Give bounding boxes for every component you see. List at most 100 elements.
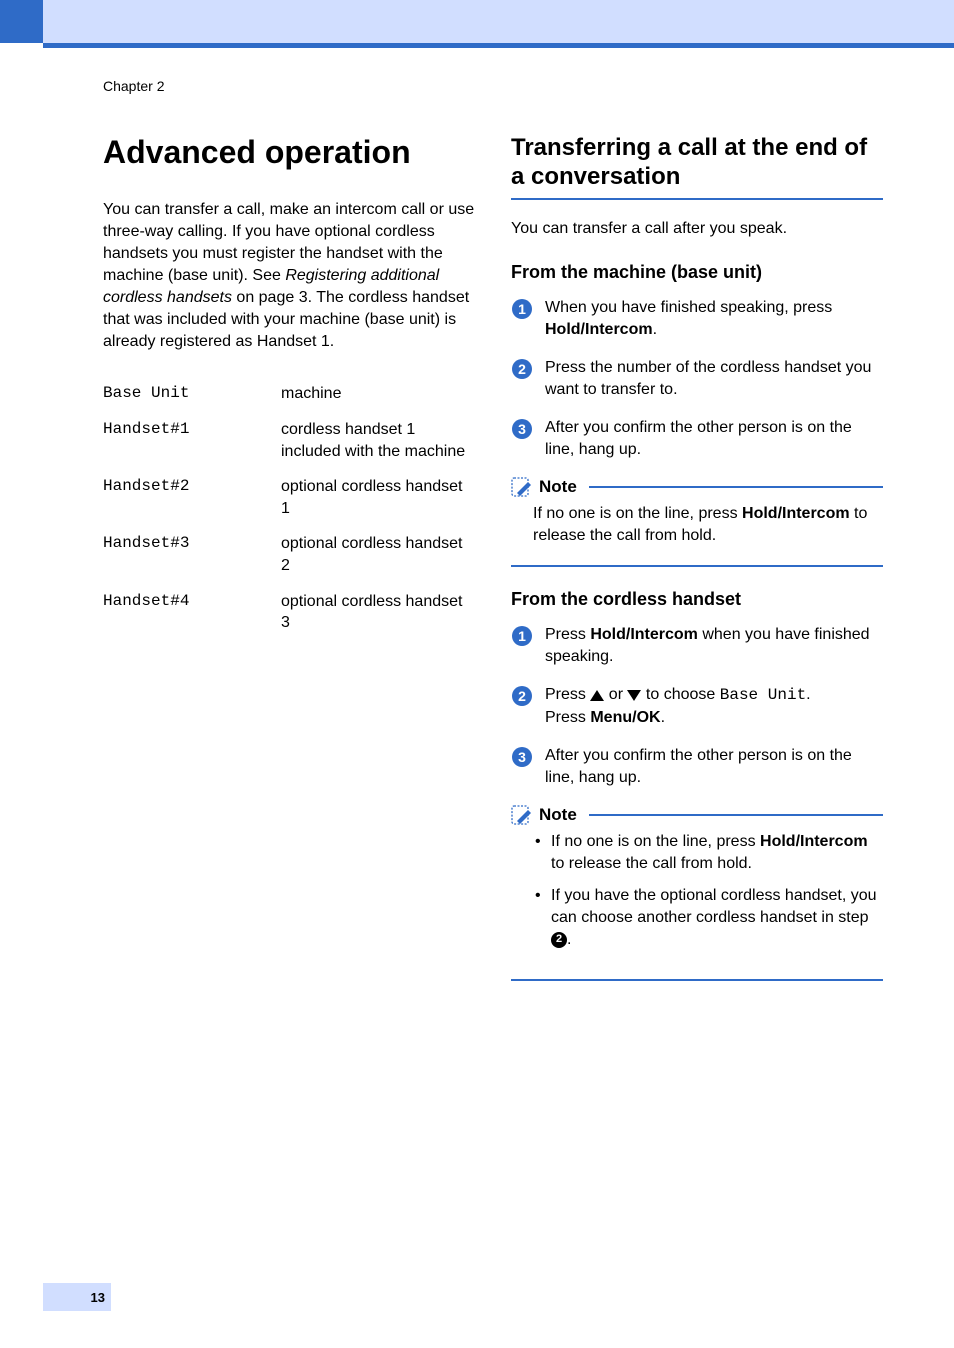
- step-text: After you confirm the other person is on…: [545, 419, 852, 458]
- note-text: .: [567, 931, 571, 948]
- note-label: Note: [539, 805, 577, 825]
- step-body: When you have finished speaking, press H…: [545, 297, 883, 341]
- note-bold: Hold/Intercom: [742, 505, 850, 522]
- step-number-1-icon: 1: [511, 625, 533, 647]
- step: 3 After you confirm the other person is …: [511, 745, 883, 789]
- step-body: Press the number of the cordless handset…: [545, 357, 883, 401]
- step: 1 When you have finished speaking, press…: [511, 297, 883, 341]
- step-text: .: [806, 686, 810, 703]
- note-text: to release the call from hold.: [551, 855, 752, 872]
- note-text: If you have the optional cordless handse…: [551, 887, 877, 926]
- note-block: Note If no one is on the line, press Hol…: [511, 805, 883, 981]
- table-key: Base Unit: [103, 383, 281, 405]
- note-icon: [511, 477, 533, 497]
- note-end-rule: [511, 565, 883, 567]
- top-rule: [43, 43, 954, 48]
- side-band: [0, 0, 43, 1348]
- svg-text:1: 1: [518, 301, 526, 317]
- step-number-3-icon: 3: [511, 418, 533, 440]
- step-mono: Base Unit: [720, 686, 806, 704]
- down-arrow-icon: [627, 690, 641, 701]
- intro-paragraph: You can transfer a call, make an interco…: [103, 199, 475, 354]
- content: Chapter 2 Advanced operation You can tra…: [103, 78, 883, 999]
- section-heading: Transferring a call at the end of a conv…: [511, 134, 883, 192]
- table-row: Handset#2 optional cordless handset 1: [103, 476, 475, 519]
- table-key: Handset#3: [103, 533, 281, 576]
- note-head: Note: [511, 805, 883, 825]
- svg-text:2: 2: [518, 688, 526, 704]
- table-key: Handset#4: [103, 591, 281, 634]
- main-heading: Advanced operation: [103, 134, 475, 171]
- step-bold: Hold/Intercom: [590, 626, 698, 643]
- step-body: After you confirm the other person is on…: [545, 745, 883, 789]
- note-text: If no one is on the line, press: [533, 505, 742, 522]
- step-bold: Hold/Intercom: [545, 321, 653, 338]
- table-key: Handset#1: [103, 419, 281, 462]
- section-intro: You can transfer a call after you speak.: [511, 218, 883, 240]
- step-text: .: [653, 321, 657, 338]
- svg-text:3: 3: [518, 749, 526, 765]
- note-block: Note If no one is on the line, press Hol…: [511, 477, 883, 567]
- step: 1 Press Hold/Intercom when you have fini…: [511, 624, 883, 668]
- table-val: machine: [281, 383, 475, 405]
- step-number-2-icon: 2: [511, 685, 533, 707]
- note-head: Note: [511, 477, 883, 497]
- table-row: Handset#4 optional cordless handset 3: [103, 591, 475, 634]
- sub-heading-b: From the cordless handset: [511, 589, 883, 610]
- step-number-2-icon: 2: [511, 358, 533, 380]
- step-bold: Menu/OK: [590, 709, 660, 726]
- note-text: If no one is on the line, press: [551, 833, 760, 850]
- page-number: 13: [91, 1290, 105, 1305]
- note-label: Note: [539, 477, 577, 497]
- left-column: Advanced operation You can transfer a ca…: [103, 134, 475, 999]
- handset-table: Base Unit machine Handset#1 cordless han…: [103, 383, 475, 633]
- note-end-rule: [511, 979, 883, 981]
- page: 13 Chapter 2 Advanced operation You can …: [0, 0, 954, 1348]
- step-text: Press: [545, 709, 590, 726]
- table-val: cordless handset 1 included with the mac…: [281, 419, 475, 462]
- page-number-area: 13: [43, 1283, 111, 1311]
- step-text: After you confirm the other person is on…: [545, 747, 852, 786]
- step-ref-2-icon: 2: [551, 932, 567, 948]
- columns: Advanced operation You can transfer a ca…: [103, 134, 883, 999]
- chapter-label: Chapter 2: [103, 78, 883, 94]
- step-text: Press the number of the cordless handset…: [545, 359, 871, 398]
- step-text: to choose: [641, 686, 719, 703]
- step-number-3-icon: 3: [511, 746, 533, 768]
- up-arrow-icon: [590, 690, 604, 701]
- table-key: Handset#2: [103, 476, 281, 519]
- note-body: If no one is on the line, press Hold/Int…: [511, 831, 883, 971]
- step-text: or: [604, 686, 627, 703]
- note-body: If no one is on the line, press Hold/Int…: [511, 503, 883, 557]
- note-bold: Hold/Intercom: [760, 833, 868, 850]
- side-band-accent: [0, 0, 43, 43]
- table-val: optional cordless handset 3: [281, 591, 475, 634]
- step-number-1-icon: 1: [511, 298, 533, 320]
- table-val: optional cordless handset 1: [281, 476, 475, 519]
- svg-text:1: 1: [518, 628, 526, 644]
- step: 3 After you confirm the other person is …: [511, 417, 883, 461]
- note-rule: [589, 486, 883, 488]
- sub-heading-a: From the machine (base unit): [511, 262, 883, 283]
- step-text: When you have finished speaking, press: [545, 299, 832, 316]
- note-list: If no one is on the line, press Hold/Int…: [533, 831, 883, 951]
- right-column: Transferring a call at the end of a conv…: [511, 134, 883, 999]
- header-band: [0, 0, 954, 43]
- step-text: Press: [545, 626, 590, 643]
- step-body: Press or to choose Base Unit. Press Menu…: [545, 684, 883, 728]
- table-val: optional cordless handset 2: [281, 533, 475, 576]
- table-row: Handset#3 optional cordless handset 2: [103, 533, 475, 576]
- step-text: .: [661, 709, 665, 726]
- list-item: If you have the optional cordless handse…: [533, 885, 883, 951]
- svg-text:2: 2: [518, 361, 526, 377]
- svg-text:3: 3: [518, 421, 526, 437]
- note-rule: [589, 814, 883, 816]
- list-item: If no one is on the line, press Hold/Int…: [533, 831, 883, 875]
- table-row: Base Unit machine: [103, 383, 475, 405]
- step-body: Press Hold/Intercom when you have finish…: [545, 624, 883, 668]
- step-text: Press: [545, 686, 590, 703]
- section-underline: [511, 198, 883, 200]
- step: 2 Press or to choose Base Unit. Press Me…: [511, 684, 883, 728]
- step-body: After you confirm the other person is on…: [545, 417, 883, 461]
- table-row: Handset#1 cordless handset 1 included wi…: [103, 419, 475, 462]
